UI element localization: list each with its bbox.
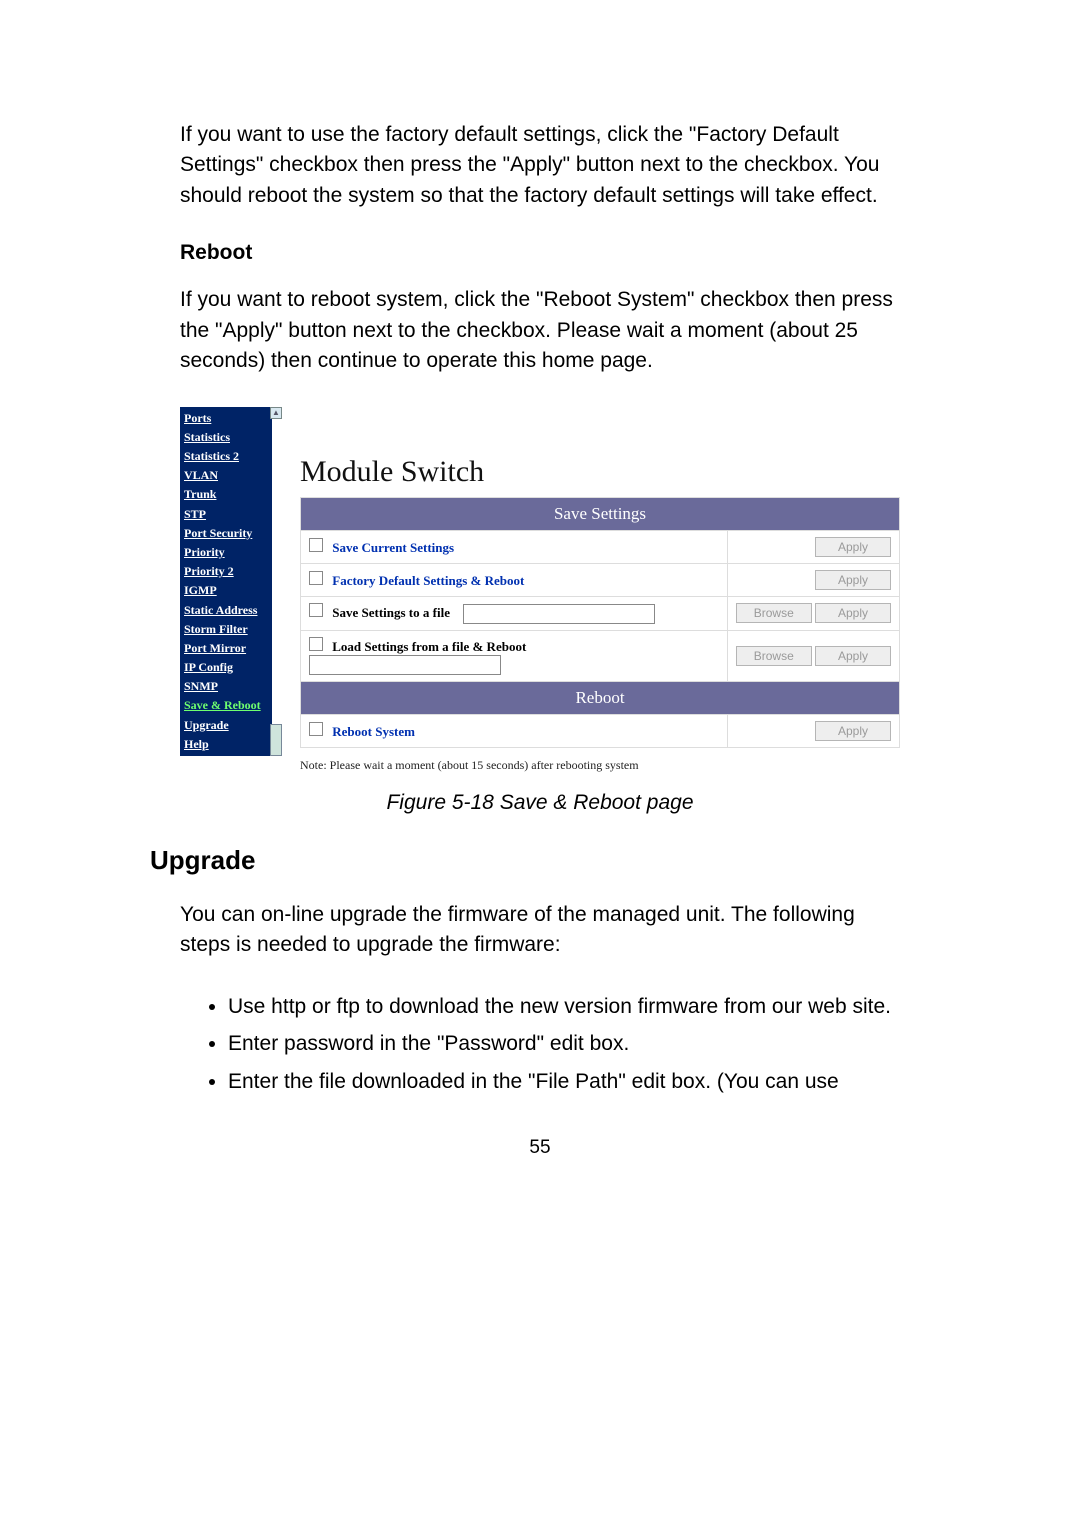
sidebar-item-port-mirror[interactable]: Port Mirror [180, 639, 272, 658]
figure-caption: Figure 5-18 Save & Reboot page [180, 791, 900, 815]
sidebar-item-upgrade[interactable]: Upgrade [180, 716, 272, 735]
apply-button-save-to-file[interactable]: Apply [815, 603, 891, 623]
checkbox-save-current[interactable] [309, 538, 323, 552]
file-input-save[interactable] [463, 604, 655, 624]
sidebar-item-snmp[interactable]: SNMP [180, 677, 272, 696]
sidebar-item-igmp[interactable]: IGMP [180, 581, 272, 600]
sidebar-item-priority-2[interactable]: Priority 2 [180, 562, 272, 581]
reboot-note: Note: Please wait a moment (about 15 sec… [300, 758, 900, 773]
save-reboot-screenshot: ▲ PortsStatisticsStatistics 2VLANTrunkST… [180, 407, 900, 773]
sidebar-item-ports[interactable]: Ports [180, 409, 272, 428]
sidebar-item-storm-filter[interactable]: Storm Filter [180, 620, 272, 639]
checkbox-factory-default[interactable] [309, 571, 323, 585]
heading-upgrade: Upgrade [150, 845, 900, 876]
content-pane: Module Switch Save Settings Save Current… [272, 407, 900, 773]
checkbox-save-to-file[interactable] [309, 603, 323, 617]
scrollbar-handle[interactable] [270, 724, 282, 756]
upgrade-steps-list: Use http or ftp to download the new vers… [200, 991, 900, 1098]
checkbox-load-from-file[interactable] [309, 637, 323, 651]
label-save-current: Save Current Settings [332, 540, 454, 555]
label-factory-default: Factory Default Settings & Reboot [332, 573, 524, 588]
paragraph-reboot: If you want to reboot system, click the … [180, 285, 900, 376]
apply-button-reboot[interactable]: Apply [815, 721, 891, 741]
label-save-to-file: Save Settings to a file [332, 605, 450, 620]
sidebar-item-statistics-2[interactable]: Statistics 2 [180, 447, 272, 466]
list-item: Enter the file downloaded in the "File P… [228, 1066, 900, 1098]
page-title: Module Switch [300, 455, 900, 489]
sidebar-item-trunk[interactable]: Trunk [180, 485, 272, 504]
save-settings-table: Save Settings Save Current Settings Appl… [300, 497, 900, 748]
file-input-load[interactable] [309, 655, 501, 675]
sidebar-item-stp[interactable]: STP [180, 505, 272, 524]
sidebar-item-help[interactable]: Help [180, 735, 272, 754]
sidebar-item-statistics[interactable]: Statistics [180, 428, 272, 447]
scroll-up-icon[interactable]: ▲ [270, 407, 282, 419]
apply-button-load-from-file[interactable]: Apply [815, 646, 891, 666]
sidebar-item-save-reboot[interactable]: Save & Reboot [180, 696, 272, 715]
page-number: 55 [180, 1137, 900, 1159]
heading-reboot: Reboot [180, 241, 900, 265]
sidebar-item-vlan[interactable]: VLAN [180, 466, 272, 485]
apply-button-factory-default[interactable]: Apply [815, 570, 891, 590]
checkbox-reboot-system[interactable] [309, 722, 323, 736]
apply-button-save-current[interactable]: Apply [815, 537, 891, 557]
list-item: Use http or ftp to download the new vers… [228, 991, 900, 1023]
label-load-from-file: Load Settings from a file & Reboot [332, 639, 526, 654]
sidebar-nav: PortsStatisticsStatistics 2VLANTrunkSTPP… [180, 407, 272, 756]
reboot-header: Reboot [301, 681, 900, 714]
sidebar-item-port-security[interactable]: Port Security [180, 524, 272, 543]
label-reboot-system: Reboot System [332, 724, 415, 739]
paragraph-factory-default: If you want to use the factory default s… [180, 120, 900, 211]
list-item: Enter password in the "Password" edit bo… [228, 1028, 900, 1060]
sidebar-item-static-address[interactable]: Static Address [180, 601, 272, 620]
save-settings-header: Save Settings [301, 497, 900, 530]
sidebar-item-ip-config[interactable]: IP Config [180, 658, 272, 677]
paragraph-upgrade-intro: You can on-line upgrade the firmware of … [180, 900, 900, 961]
browse-button-load[interactable]: Browse [736, 646, 812, 666]
browse-button-save[interactable]: Browse [736, 603, 812, 623]
sidebar-item-priority[interactable]: Priority [180, 543, 272, 562]
